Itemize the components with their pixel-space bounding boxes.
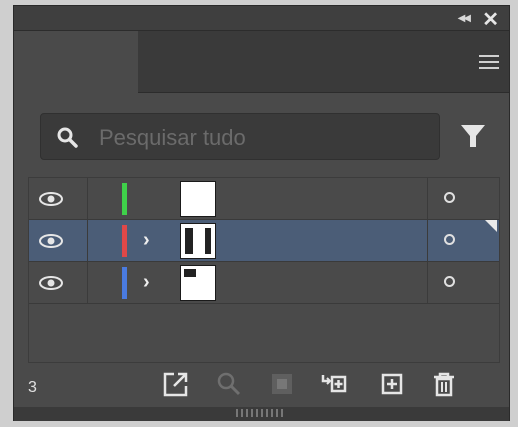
eye-icon[interactable] [39, 276, 63, 290]
column-divider [87, 262, 88, 303]
mask-icon [272, 374, 292, 394]
layer-color-bar [122, 183, 127, 215]
column-divider [427, 262, 428, 303]
move-to-new-layer-icon[interactable] [320, 370, 348, 398]
panel-tabbar [14, 31, 509, 93]
export-icon[interactable] [162, 370, 190, 398]
column-divider [427, 220, 428, 261]
layer-color-bar [122, 225, 127, 257]
hamburger-menu-icon[interactable] [479, 55, 499, 69]
layer-thumbnail [180, 223, 216, 259]
layer-color-bar [122, 267, 127, 299]
layer-thumbnail [180, 265, 216, 301]
tab-layers[interactable] [14, 31, 138, 93]
trash-icon[interactable] [430, 370, 458, 398]
target-circle-icon[interactable] [444, 276, 455, 287]
target-circle-icon[interactable] [444, 192, 455, 203]
search-box [40, 113, 440, 160]
column-divider [87, 220, 88, 261]
eye-icon[interactable] [39, 234, 63, 248]
expand-chevron-icon[interactable]: › [143, 271, 150, 294]
layer-count: 3 [28, 379, 37, 396]
search-input[interactable] [97, 123, 421, 153]
layer-row-selected[interactable]: › [29, 220, 499, 262]
panel-titlebar: ◀◀ ✕ [14, 6, 509, 31]
close-icon[interactable]: ✕ [482, 7, 499, 32]
search-icon [57, 127, 78, 148]
layers-panel: ◀◀ ✕ Pesquisar tudo › › 3 [13, 5, 510, 421]
layers-list: › › [28, 177, 500, 363]
column-divider [87, 178, 88, 219]
double-chevron-icon[interactable]: ◀◀ [458, 13, 471, 24]
expand-chevron-icon[interactable]: › [143, 229, 150, 252]
resize-grip[interactable] [14, 407, 509, 421]
grip-icon [236, 409, 284, 417]
target-circle-icon[interactable] [444, 234, 455, 245]
layer-thumbnail [180, 181, 216, 217]
layer-row[interactable] [29, 178, 499, 220]
layer-row[interactable]: › [29, 262, 499, 304]
selection-corner-icon [485, 220, 497, 232]
column-divider [427, 178, 428, 219]
new-layer-icon[interactable] [378, 370, 406, 398]
filter-icon[interactable] [460, 123, 486, 149]
locate-icon [217, 372, 241, 396]
eye-icon[interactable] [39, 192, 63, 206]
